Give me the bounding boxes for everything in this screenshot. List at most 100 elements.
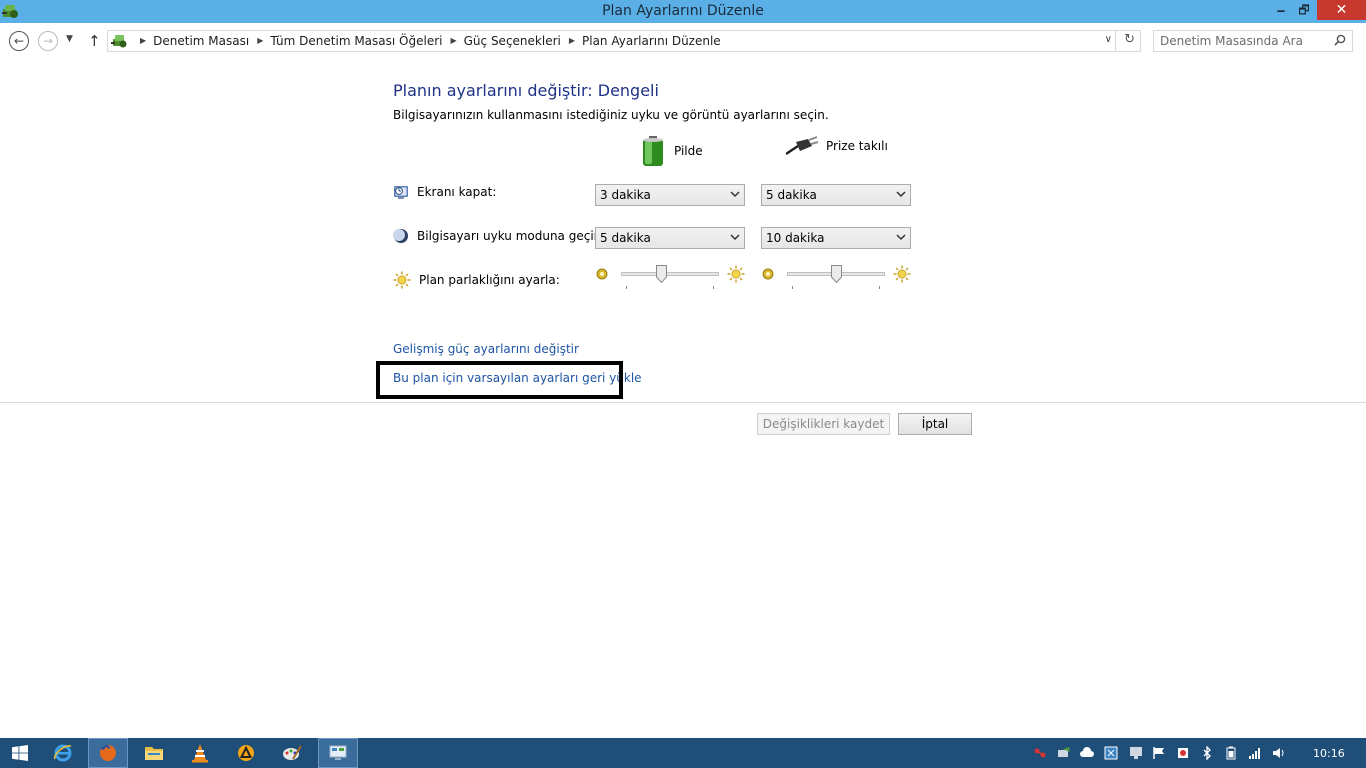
sleep-battery-value: 5 dakika xyxy=(600,231,651,245)
close-button[interactable]: ✕ xyxy=(1317,0,1366,20)
chevron-down-icon xyxy=(896,191,906,198)
battery-icon xyxy=(643,136,663,166)
brightness-battery-slider[interactable] xyxy=(595,264,745,290)
breadcrumb-item-edit-plan[interactable]: Plan Ayarlarını Düzenle xyxy=(582,34,721,48)
taskbar-vlc[interactable] xyxy=(180,738,220,768)
monitor-icon[interactable] xyxy=(1129,746,1143,760)
control-panel-icon xyxy=(111,35,127,48)
address-bar[interactable]: ▶ Denetim Masası ▶ Tüm Denetim Masası Öğ… xyxy=(107,30,1141,52)
control-panel-icon xyxy=(329,745,347,760)
network-sharing-icon[interactable] xyxy=(1033,746,1047,760)
network-monitor-icon[interactable] xyxy=(1104,746,1118,760)
slider-thumb[interactable] xyxy=(830,265,842,283)
webcam-icon[interactable] xyxy=(1176,746,1190,760)
column-label-battery: Pilde xyxy=(674,144,703,158)
sleep-plugged-select[interactable]: 10 dakika xyxy=(761,227,911,249)
power-plug-icon xyxy=(786,136,818,156)
breadcrumb-separator-icon[interactable]: ▶ xyxy=(249,34,270,48)
internet-explorer-icon xyxy=(54,744,72,762)
cancel-button[interactable]: İptal xyxy=(898,413,972,435)
column-label-plugged: Prize takılı xyxy=(826,139,888,153)
display-off-plugged-select[interactable]: 5 dakika xyxy=(761,184,911,206)
sun-brightness-icon xyxy=(393,271,411,289)
power-tray-icon[interactable] xyxy=(1057,746,1071,760)
display-off-battery-select[interactable]: 3 dakika xyxy=(595,184,745,206)
action-center-flag-icon[interactable] xyxy=(1152,746,1166,760)
slider-tick xyxy=(792,286,793,289)
full-brightness-icon xyxy=(893,265,911,283)
wifi-signal-icon[interactable] xyxy=(1248,746,1262,760)
window-title: Plan Ayarlarını Düzenle xyxy=(602,3,764,19)
slider-tick xyxy=(713,286,714,289)
taskbar-paint[interactable] xyxy=(272,738,312,768)
highlight-box xyxy=(376,361,623,399)
brightness-row-label: Plan parlaklığını ayarla: xyxy=(393,271,560,289)
advanced-power-settings-link[interactable]: Gelişmiş güç ayarlarını değiştir xyxy=(393,342,579,356)
taskbar-aimp[interactable] xyxy=(226,738,266,768)
slider-track[interactable] xyxy=(621,272,719,276)
folder-icon xyxy=(145,747,163,760)
title-bar: Plan Ayarlarını Düzenle 🗕 🗗 ✕ xyxy=(0,0,1366,23)
column-header-plugged: Prize takılı xyxy=(786,136,888,156)
search-icon[interactable] xyxy=(1334,34,1346,46)
navigation-bar: ← → ▼ ↑ ▶ Denetim Masası ▶ Tüm Denetim M… xyxy=(0,23,1366,59)
firefox-icon xyxy=(99,745,116,761)
breadcrumb-separator-icon[interactable]: ▶ xyxy=(561,34,582,48)
address-divider xyxy=(1115,31,1116,51)
display-off-plugged-value: 5 dakika xyxy=(766,188,817,202)
taskbar-firefox[interactable] xyxy=(88,738,128,768)
volume-icon[interactable] xyxy=(1272,746,1286,760)
taskbar-file-explorer[interactable] xyxy=(134,738,174,768)
up-button[interactable]: ↑ xyxy=(88,32,101,50)
breadcrumb-item-power-options[interactable]: Güç Seçenekleri xyxy=(464,34,561,48)
back-button[interactable]: ← xyxy=(9,31,29,51)
paint-palette-icon xyxy=(283,745,302,760)
windows-logo-icon xyxy=(12,745,28,761)
bluetooth-icon[interactable] xyxy=(1200,746,1214,760)
dim-brightness-icon xyxy=(596,268,608,280)
chevron-down-icon xyxy=(730,234,740,241)
section-divider xyxy=(0,402,1366,403)
breadcrumb: ▶ Denetim Masası ▶ Tüm Denetim Masası Öğ… xyxy=(132,34,721,48)
full-brightness-icon xyxy=(727,265,745,283)
breadcrumb-separator-icon[interactable]: ▶ xyxy=(442,34,463,48)
chevron-down-icon xyxy=(896,234,906,241)
start-button[interactable] xyxy=(0,738,40,768)
search-input[interactable] xyxy=(1160,33,1330,49)
page-title: Planın ayarlarını değiştir: Dengeli xyxy=(393,81,659,100)
slider-thumb[interactable] xyxy=(655,265,667,283)
vlc-cone-icon xyxy=(192,744,208,763)
aimp-icon xyxy=(238,745,254,761)
maximize-button[interactable]: 🗗 xyxy=(1291,0,1317,20)
save-changes-button[interactable]: Değişiklikleri kaydet xyxy=(757,413,890,435)
sleep-battery-select[interactable]: 5 dakika xyxy=(595,227,745,249)
battery-tray-icon[interactable] xyxy=(1224,746,1238,760)
column-header-battery: Pilde xyxy=(640,136,703,166)
breadcrumb-item-all-items[interactable]: Tüm Denetim Masası Öğeleri xyxy=(270,34,442,48)
sleep-row-label: Bilgisayarı uyku moduna geçir: xyxy=(393,228,602,244)
display-clock-icon xyxy=(394,186,408,199)
taskbar-control-panel[interactable] xyxy=(318,738,358,768)
breadcrumb-separator-icon[interactable]: ▶ xyxy=(132,34,153,48)
cloud-icon[interactable] xyxy=(1080,746,1094,760)
slider-tick xyxy=(879,286,880,289)
slider-tick xyxy=(626,286,627,289)
address-history-chevron-icon[interactable]: ∨ xyxy=(1105,34,1112,45)
breadcrumb-item-control-panel[interactable]: Denetim Masası xyxy=(153,34,249,48)
sleep-plugged-value: 10 dakika xyxy=(766,231,825,245)
recent-locations-dropdown[interactable]: ▼ xyxy=(66,34,73,44)
search-box[interactable] xyxy=(1153,30,1353,52)
page-subtitle: Bilgisayarınızın kullanmasını istediğini… xyxy=(393,108,829,122)
display-off-battery-value: 3 dakika xyxy=(600,188,651,202)
moon-sleep-icon xyxy=(393,229,408,243)
display-off-label: Ekranı kapat: xyxy=(417,185,497,199)
forward-button[interactable]: → xyxy=(38,31,58,51)
taskbar-clock[interactable]: 10:16 xyxy=(1313,747,1345,760)
dim-brightness-icon xyxy=(762,268,774,280)
taskbar: 10:16 xyxy=(0,738,1366,768)
chevron-down-icon xyxy=(730,191,740,198)
brightness-plugged-slider[interactable] xyxy=(761,264,911,290)
taskbar-internet-explorer[interactable] xyxy=(43,738,83,768)
refresh-icon[interactable]: ↻ xyxy=(1124,32,1135,47)
brightness-label: Plan parlaklığını ayarla: xyxy=(419,273,560,287)
